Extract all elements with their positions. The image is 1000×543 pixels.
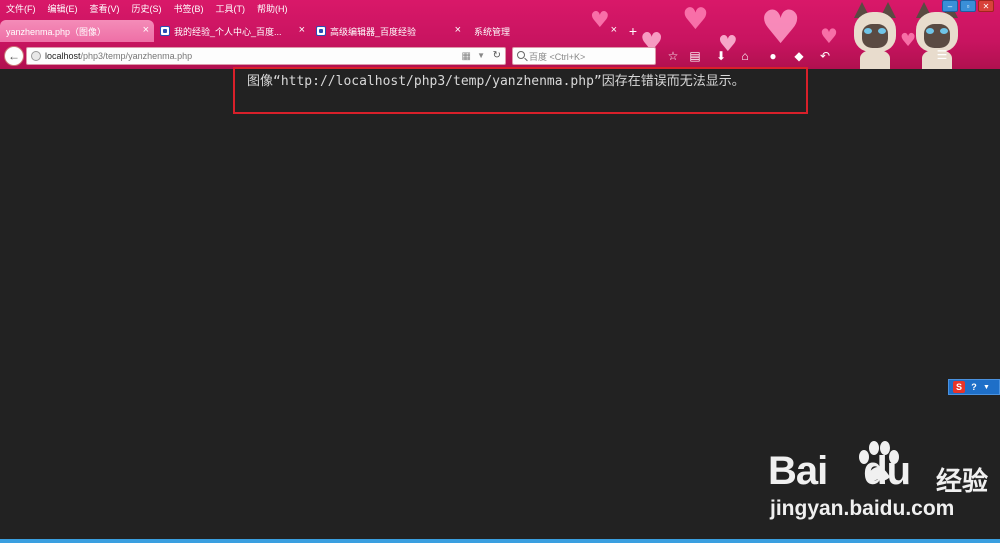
search-placeholder: 百度 <Ctrl+K> (529, 51, 586, 62)
undo-icon[interactable]: ↶ (816, 47, 834, 65)
chevron-down-icon[interactable]: ▼ (983, 384, 990, 391)
tab-label: 系统管理 (474, 26, 511, 37)
download-icon[interactable]: ⬇ (712, 47, 730, 65)
error-highlight-box: 图像“http://localhost/php3/temp/yanzhenma.… (233, 67, 808, 114)
paw-icon (859, 441, 899, 481)
back-button[interactable]: ← (4, 46, 24, 66)
menu-icon[interactable]: ☰ (934, 47, 950, 63)
tab-my-experience[interactable]: 我的经验_个人中心_百度... × (156, 20, 310, 42)
menu-view[interactable]: 查看(V) (84, 0, 126, 16)
menu-history[interactable]: 历史(S) (126, 0, 168, 16)
tab-label: 高级编辑器_百度经验 (330, 26, 417, 37)
extension-icon[interactable]: ◆ (790, 47, 808, 65)
chat-icon[interactable]: ● (764, 47, 782, 65)
menu-bar: 文件(F) 编辑(E) 查看(V) 历史(S) 书签(B) 工具(T) 帮助(H… (0, 0, 294, 16)
browser-chrome: ♥ ♥ ♥ ♥ ♥ ♥ ♥ 文件(F) 编辑(E) 查看(V) 历史(S) 书签… (0, 0, 1000, 69)
minimize-button[interactable]: – (942, 0, 958, 12)
back-arrow-icon: ← (8, 49, 20, 63)
ime-toolbar[interactable]: S ? ▼ (948, 379, 1000, 395)
url-path: /php3/temp/yanzhenma.php (80, 51, 193, 61)
help-icon[interactable]: ? (969, 382, 979, 392)
tab-advanced-editor[interactable]: 高级编辑器_百度经验 × (312, 20, 466, 42)
url-host: localhost (45, 51, 81, 61)
browser-window: ♥ ♥ ♥ ♥ ♥ ♥ ♥ 文件(F) 编辑(E) 查看(V) 历史(S) 书签… (0, 0, 1000, 543)
menu-edit[interactable]: 编辑(E) (42, 0, 84, 16)
chevron-down-icon[interactable]: ▼ (477, 51, 485, 60)
reload-icon[interactable]: ↻ (493, 50, 501, 61)
menu-tools[interactable]: 工具(T) (210, 0, 252, 16)
favicon-icon (316, 26, 326, 36)
close-icon[interactable]: × (143, 24, 149, 36)
close-window-button[interactable]: ✕ (978, 0, 994, 12)
menu-file[interactable]: 文件(F) (0, 0, 42, 16)
close-icon[interactable]: × (299, 24, 305, 36)
new-tab-button[interactable]: + (624, 20, 642, 42)
image-error-message: 图像“http://localhost/php3/temp/yanzhenma.… (247, 74, 745, 89)
qr-code-icon[interactable]: ▦ (462, 51, 471, 62)
address-bar[interactable]: localhost /php3/temp/yanzhenma.php ▦ ▼ ↻ (26, 47, 506, 65)
bookmarks-list-icon[interactable]: ▤ (686, 47, 704, 65)
site-identity-icon (31, 51, 41, 61)
home-icon[interactable]: ⌂ (736, 47, 754, 65)
baidu-jingyan-watermark: Bai du 经验 jingyan.baidu.com (768, 433, 988, 533)
tab-strip: yanzhenma.php（图像） × 我的经验_个人中心_百度... × 高级… (0, 18, 642, 42)
favicon-icon (160, 26, 170, 36)
sogou-ime-icon[interactable]: S (953, 381, 965, 393)
menu-help[interactable]: 帮助(H) (251, 0, 294, 16)
heart-decoration-icon: ♥ (682, 2, 709, 37)
taskbar-edge (0, 539, 1000, 543)
watermark-cn-label: 经验 (936, 466, 989, 496)
tab-label: yanzhenma.php（图像） (6, 26, 107, 37)
search-input[interactable]: 百度 <Ctrl+K> (512, 47, 656, 65)
search-icon (517, 51, 525, 59)
tab-yanzhenma[interactable]: yanzhenma.php（图像） × (0, 20, 154, 42)
restore-button[interactable]: ▫ (960, 0, 976, 12)
close-icon[interactable]: × (611, 24, 617, 36)
window-controls: – ▫ ✕ (942, 0, 994, 12)
menu-bookmarks[interactable]: 书签(B) (168, 0, 210, 16)
tab-system-admin[interactable]: 系统管理 × (468, 20, 622, 42)
watermark-url: jingyan.baidu.com (770, 497, 955, 520)
close-icon[interactable]: × (455, 24, 461, 36)
bookmark-star-icon[interactable]: ☆ (664, 47, 682, 65)
cat-decoration-icon (846, 2, 904, 69)
tab-label: 我的经验_个人中心_百度... (174, 26, 282, 37)
